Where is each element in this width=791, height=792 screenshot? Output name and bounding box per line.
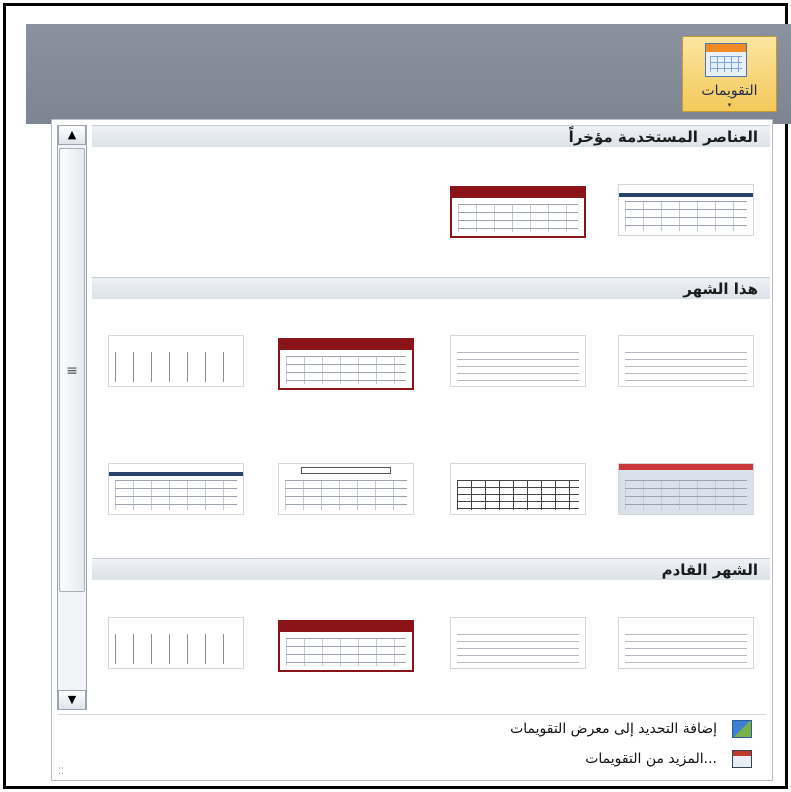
template-next-month-2[interactable]	[450, 617, 586, 669]
more-calendars-item[interactable]: المزيد من التقويمات...	[342, 747, 762, 771]
add-selection-label: إضافة التحديد إلى معرض التقويمات	[510, 721, 717, 737]
more-calendars-label: المزيد من التقويمات...	[585, 751, 717, 767]
template-recent-blue[interactable]	[618, 184, 754, 236]
template-this-month-6[interactable]	[450, 463, 586, 515]
template-recent-red[interactable]	[450, 186, 586, 238]
template-this-month-5[interactable]	[618, 463, 754, 515]
calendar-gallery-dropdown: ▲ ≡ ▼ العناصر المستخدمة مؤخراً هذا الشهر…	[51, 119, 773, 781]
resize-grip[interactable]: ⁚⁚	[58, 767, 64, 777]
section-header-this-month: هذا الشهر	[92, 277, 770, 299]
add-to-gallery-icon	[732, 720, 752, 738]
section-header-next-month: الشهر القادم	[92, 558, 770, 580]
footer-divider	[58, 714, 766, 715]
calendars-button[interactable]: التقويمات ▾	[682, 36, 777, 112]
template-this-month-2[interactable]	[450, 335, 586, 387]
scrollbar-thumb[interactable]: ≡	[59, 148, 85, 592]
ribbon-background	[26, 24, 791, 124]
gallery-scrollbar[interactable]: ▲ ≡ ▼	[57, 125, 87, 710]
section-header-recent: العناصر المستخدمة مؤخراً	[92, 125, 770, 147]
template-this-month-3[interactable]	[278, 338, 414, 390]
calendar-icon	[705, 43, 747, 77]
template-this-month-7[interactable]	[278, 463, 414, 515]
scroll-down-button[interactable]: ▼	[58, 690, 86, 710]
template-this-month-8[interactable]	[108, 463, 244, 515]
template-next-month-3[interactable]	[278, 620, 414, 672]
calendar-gallery-window: التقويمات ▾ ▲ ≡ ▼ العناصر المستخدمة مؤخر…	[3, 3, 791, 789]
template-this-month-4[interactable]	[108, 335, 244, 387]
chevron-down-icon: ▾	[727, 101, 732, 109]
template-next-month-4[interactable]	[108, 617, 244, 669]
scroll-up-button[interactable]: ▲	[58, 125, 86, 145]
template-next-month-1[interactable]	[618, 617, 754, 669]
add-selection-to-gallery-item[interactable]: إضافة التحديد إلى معرض التقويمات	[342, 717, 762, 741]
calendars-button-label: التقويمات	[701, 83, 758, 99]
calendar-icon	[732, 750, 752, 768]
template-this-month-1[interactable]	[618, 335, 754, 387]
